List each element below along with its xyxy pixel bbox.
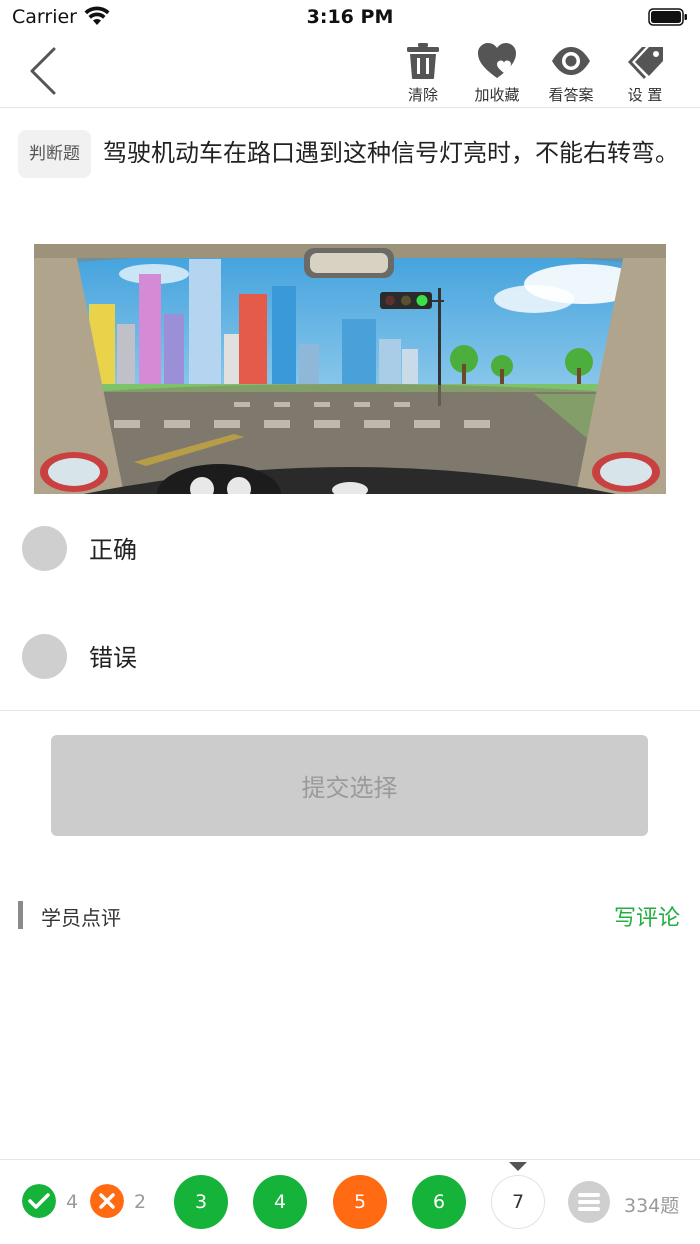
- comments-title: 学员点评: [41, 906, 121, 930]
- wrong-count: 2: [134, 1191, 147, 1213]
- radio-circle[interactable]: [22, 634, 67, 679]
- option-correct[interactable]: 正确: [0, 508, 700, 588]
- question-text: 驾驶机动车在路口遇到这种信号灯亮时，不能右转弯。: [103, 139, 679, 167]
- chevron-left-icon: [30, 47, 56, 95]
- trash-icon: [407, 43, 439, 79]
- settings-button[interactable]: 设 置: [609, 38, 681, 106]
- wrong-cross-icon: [90, 1184, 124, 1218]
- question-list-button[interactable]: [568, 1181, 610, 1223]
- settings-label: 设 置: [627, 86, 663, 104]
- section-marker: [18, 901, 23, 929]
- back-button[interactable]: [24, 46, 64, 96]
- option-label: 正确: [89, 536, 137, 564]
- question-number-5[interactable]: 5: [333, 1175, 387, 1229]
- bottom-bar: 4 2 3 4 5 6 7 334题: [0, 1159, 700, 1244]
- toolbar: 清除 加收藏 看答案 设 置: [0, 36, 700, 108]
- question: 判断题 驾驶机动车在路口遇到这种信号灯亮时，不能右转弯。: [18, 124, 688, 183]
- correct-check-icon: [22, 1184, 56, 1218]
- submit-button[interactable]: 提交选择: [51, 735, 648, 836]
- question-number-3[interactable]: 3: [174, 1175, 228, 1229]
- write-comment-link[interactable]: 写评论: [614, 900, 680, 932]
- favorite-button[interactable]: 加收藏: [461, 38, 533, 106]
- clock: 3:16 PM: [306, 6, 394, 28]
- option-wrong[interactable]: 错误: [0, 616, 700, 696]
- question-number-6[interactable]: 6: [412, 1175, 466, 1229]
- option-label: 错误: [89, 644, 137, 672]
- heart-icon: [478, 43, 516, 78]
- divider: [0, 710, 700, 711]
- show-answer-label: 看答案: [548, 86, 594, 104]
- favorite-label: 加收藏: [474, 86, 520, 104]
- current-indicator-caret: [509, 1162, 527, 1171]
- show-answer-button[interactable]: 看答案: [535, 38, 607, 106]
- driver-view-traffic-light-illustration: [34, 244, 666, 494]
- total-questions: 334题: [624, 1195, 680, 1217]
- battery-icon: [648, 8, 687, 26]
- correct-count: 4: [66, 1191, 79, 1213]
- tags-icon: [628, 47, 663, 79]
- clear-label: 清除: [407, 86, 438, 104]
- list-icon: [578, 1193, 600, 1211]
- question-image: [34, 244, 666, 494]
- status-bar: Carrier 3:16 PM: [0, 0, 700, 36]
- clear-button[interactable]: 清除: [387, 38, 459, 106]
- question-type-tag: 判断题: [18, 130, 91, 178]
- radio-circle[interactable]: [22, 526, 67, 571]
- eye-icon: [552, 47, 590, 75]
- question-number-7[interactable]: 7: [491, 1175, 545, 1229]
- question-number-4[interactable]: 4: [253, 1175, 307, 1229]
